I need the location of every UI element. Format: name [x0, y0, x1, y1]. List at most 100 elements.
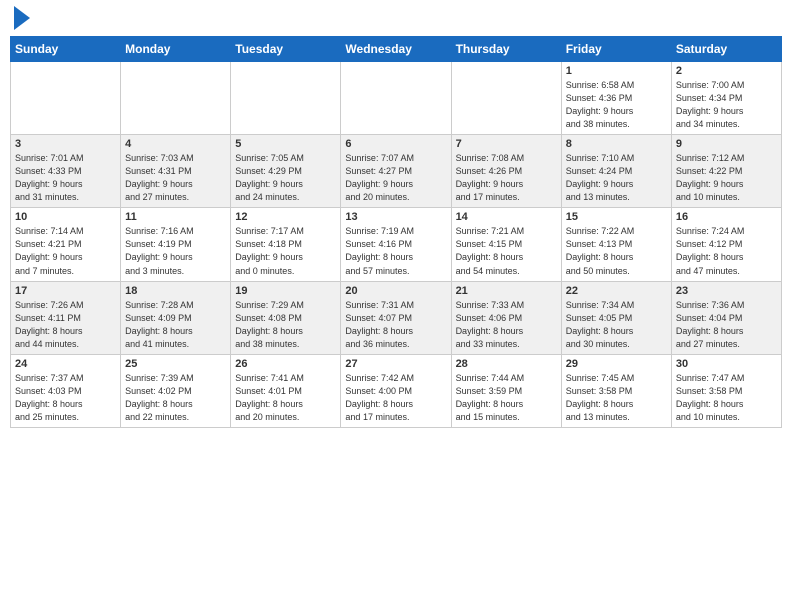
day-number: 25	[125, 358, 226, 370]
day-number: 14	[456, 211, 557, 223]
day-info: Sunrise: 7:19 AM Sunset: 4:16 PM Dayligh…	[345, 225, 446, 277]
calendar-cell: 6 Sunrise: 7:07 AM Sunset: 4:27 PM Daylig…	[341, 135, 451, 208]
calendar-cell: 14 Sunrise: 7:21 AM Sunset: 4:15 PM Dayli…	[451, 208, 561, 281]
calendar-cell	[451, 62, 561, 135]
calendar-cell	[11, 62, 121, 135]
day-number: 2	[676, 65, 777, 77]
weekday-header-saturday: Saturday	[671, 37, 781, 62]
day-info: Sunrise: 7:44 AM Sunset: 3:59 PM Dayligh…	[456, 372, 557, 424]
week-row-2: 10 Sunrise: 7:14 AM Sunset: 4:21 PM Dayli…	[11, 208, 782, 281]
day-number: 4	[125, 138, 226, 150]
calendar-cell: 11 Sunrise: 7:16 AM Sunset: 4:19 PM Dayli…	[121, 208, 231, 281]
day-number: 23	[676, 285, 777, 297]
day-number: 24	[15, 358, 116, 370]
day-info: Sunrise: 7:37 AM Sunset: 4:03 PM Dayligh…	[15, 372, 116, 424]
day-number: 1	[566, 65, 667, 77]
calendar-cell: 21 Sunrise: 7:33 AM Sunset: 4:06 PM Dayli…	[451, 281, 561, 354]
day-number: 20	[345, 285, 446, 297]
day-number: 10	[15, 211, 116, 223]
calendar-cell: 30 Sunrise: 7:47 AM Sunset: 3:58 PM Dayli…	[671, 354, 781, 427]
day-number: 11	[125, 211, 226, 223]
day-number: 21	[456, 285, 557, 297]
calendar-cell: 7 Sunrise: 7:08 AM Sunset: 4:26 PM Daylig…	[451, 135, 561, 208]
day-info: Sunrise: 7:21 AM Sunset: 4:15 PM Dayligh…	[456, 225, 557, 277]
calendar-cell	[121, 62, 231, 135]
calendar-cell: 17Sunrise: 7:26 AM Sunset: 4:11 PM Dayli…	[11, 281, 121, 354]
calendar-cell: 18 Sunrise: 7:28 AM Sunset: 4:09 PM Dayli…	[121, 281, 231, 354]
day-info: Sunrise: 7:14 AM Sunset: 4:21 PM Dayligh…	[15, 225, 116, 277]
day-info: Sunrise: 7:08 AM Sunset: 4:26 PM Dayligh…	[456, 152, 557, 204]
calendar-cell: 13 Sunrise: 7:19 AM Sunset: 4:16 PM Dayli…	[341, 208, 451, 281]
day-number: 13	[345, 211, 446, 223]
calendar-cell: 16Sunrise: 7:24 AM Sunset: 4:12 PM Dayli…	[671, 208, 781, 281]
calendar-table: SundayMondayTuesdayWednesdayThursdayFrid…	[10, 36, 782, 428]
calendar-cell: 10 Sunrise: 7:14 AM Sunset: 4:21 PM Dayli…	[11, 208, 121, 281]
weekday-header-wednesday: Wednesday	[341, 37, 451, 62]
calendar-cell: 19 Sunrise: 7:29 AM Sunset: 4:08 PM Dayli…	[231, 281, 341, 354]
day-info: Sunrise: 7:05 AM Sunset: 4:29 PM Dayligh…	[235, 152, 336, 204]
calendar-cell: 22 Sunrise: 7:34 AM Sunset: 4:05 PM Dayli…	[561, 281, 671, 354]
calendar-cell: 20 Sunrise: 7:31 AM Sunset: 4:07 PM Dayli…	[341, 281, 451, 354]
weekday-header-monday: Monday	[121, 37, 231, 62]
calendar-cell: 15Sunrise: 7:22 AM Sunset: 4:13 PM Dayli…	[561, 208, 671, 281]
calendar-cell	[231, 62, 341, 135]
calendar-cell: 29Sunrise: 7:45 AM Sunset: 3:58 PM Dayli…	[561, 354, 671, 427]
logo-arrow-icon	[14, 6, 30, 30]
day-number: 16	[676, 211, 777, 223]
day-number: 19	[235, 285, 336, 297]
calendar-cell: 24 Sunrise: 7:37 AM Sunset: 4:03 PM Dayli…	[11, 354, 121, 427]
calendar-cell: 25 Sunrise: 7:39 AM Sunset: 4:02 PM Dayli…	[121, 354, 231, 427]
day-number: 28	[456, 358, 557, 370]
calendar-cell: 8Sunrise: 7:10 AM Sunset: 4:24 PM Daylig…	[561, 135, 671, 208]
weekday-header-row: SundayMondayTuesdayWednesdayThursdayFrid…	[11, 37, 782, 62]
day-number: 7	[456, 138, 557, 150]
day-info: Sunrise: 7:47 AM Sunset: 3:58 PM Dayligh…	[676, 372, 777, 424]
calendar-cell: 12 Sunrise: 7:17 AM Sunset: 4:18 PM Dayli…	[231, 208, 341, 281]
calendar-cell: 3 Sunrise: 7:01 AM Sunset: 4:33 PM Daylig…	[11, 135, 121, 208]
weekday-header-friday: Friday	[561, 37, 671, 62]
day-info: Sunrise: 7:28 AM Sunset: 4:09 PM Dayligh…	[125, 299, 226, 351]
day-number: 12	[235, 211, 336, 223]
day-info: Sunrise: 7:03 AM Sunset: 4:31 PM Dayligh…	[125, 152, 226, 204]
day-number: 26	[235, 358, 336, 370]
day-info: Sunrise: 7:12 AM Sunset: 4:22 PM Dayligh…	[676, 152, 777, 204]
week-row-3: 17Sunrise: 7:26 AM Sunset: 4:11 PM Dayli…	[11, 281, 782, 354]
calendar-cell: 27 Sunrise: 7:42 AM Sunset: 4:00 PM Dayli…	[341, 354, 451, 427]
weekday-header-thursday: Thursday	[451, 37, 561, 62]
day-number: 15	[566, 211, 667, 223]
calendar-cell: 28 Sunrise: 7:44 AM Sunset: 3:59 PM Dayli…	[451, 354, 561, 427]
calendar-cell: 2 Sunrise: 7:00 AM Sunset: 4:34 PM Daylig…	[671, 62, 781, 135]
day-number: 6	[345, 138, 446, 150]
calendar-cell: 1 Sunrise: 6:58 AM Sunset: 4:36 PM Daylig…	[561, 62, 671, 135]
day-info: Sunrise: 7:00 AM Sunset: 4:34 PM Dayligh…	[676, 79, 777, 131]
day-info: Sunrise: 7:33 AM Sunset: 4:06 PM Dayligh…	[456, 299, 557, 351]
day-number: 18	[125, 285, 226, 297]
day-info: Sunrise: 7:07 AM Sunset: 4:27 PM Dayligh…	[345, 152, 446, 204]
calendar-cell: 4 Sunrise: 7:03 AM Sunset: 4:31 PM Daylig…	[121, 135, 231, 208]
day-info: Sunrise: 7:34 AM Sunset: 4:05 PM Dayligh…	[566, 299, 667, 351]
day-info: Sunrise: 7:17 AM Sunset: 4:18 PM Dayligh…	[235, 225, 336, 277]
day-number: 8	[566, 138, 667, 150]
day-number: 9	[676, 138, 777, 150]
day-number: 17	[15, 285, 116, 297]
day-info: Sunrise: 7:29 AM Sunset: 4:08 PM Dayligh…	[235, 299, 336, 351]
day-number: 27	[345, 358, 446, 370]
day-info: Sunrise: 6:58 AM Sunset: 4:36 PM Dayligh…	[566, 79, 667, 131]
day-info: Sunrise: 7:31 AM Sunset: 4:07 PM Dayligh…	[345, 299, 446, 351]
day-number: 3	[15, 138, 116, 150]
day-number: 22	[566, 285, 667, 297]
day-number: 5	[235, 138, 336, 150]
day-info: Sunrise: 7:16 AM Sunset: 4:19 PM Dayligh…	[125, 225, 226, 277]
week-row-4: 24 Sunrise: 7:37 AM Sunset: 4:03 PM Dayli…	[11, 354, 782, 427]
day-info: Sunrise: 7:36 AM Sunset: 4:04 PM Dayligh…	[676, 299, 777, 351]
weekday-header-sunday: Sunday	[11, 37, 121, 62]
week-row-1: 3 Sunrise: 7:01 AM Sunset: 4:33 PM Daylig…	[11, 135, 782, 208]
day-info: Sunrise: 7:39 AM Sunset: 4:02 PM Dayligh…	[125, 372, 226, 424]
day-info: Sunrise: 7:01 AM Sunset: 4:33 PM Dayligh…	[15, 152, 116, 204]
calendar-cell	[341, 62, 451, 135]
logo	[10, 10, 30, 30]
calendar-cell: 5 Sunrise: 7:05 AM Sunset: 4:29 PM Daylig…	[231, 135, 341, 208]
day-info: Sunrise: 7:41 AM Sunset: 4:01 PM Dayligh…	[235, 372, 336, 424]
day-info: Sunrise: 7:42 AM Sunset: 4:00 PM Dayligh…	[345, 372, 446, 424]
day-number: 30	[676, 358, 777, 370]
